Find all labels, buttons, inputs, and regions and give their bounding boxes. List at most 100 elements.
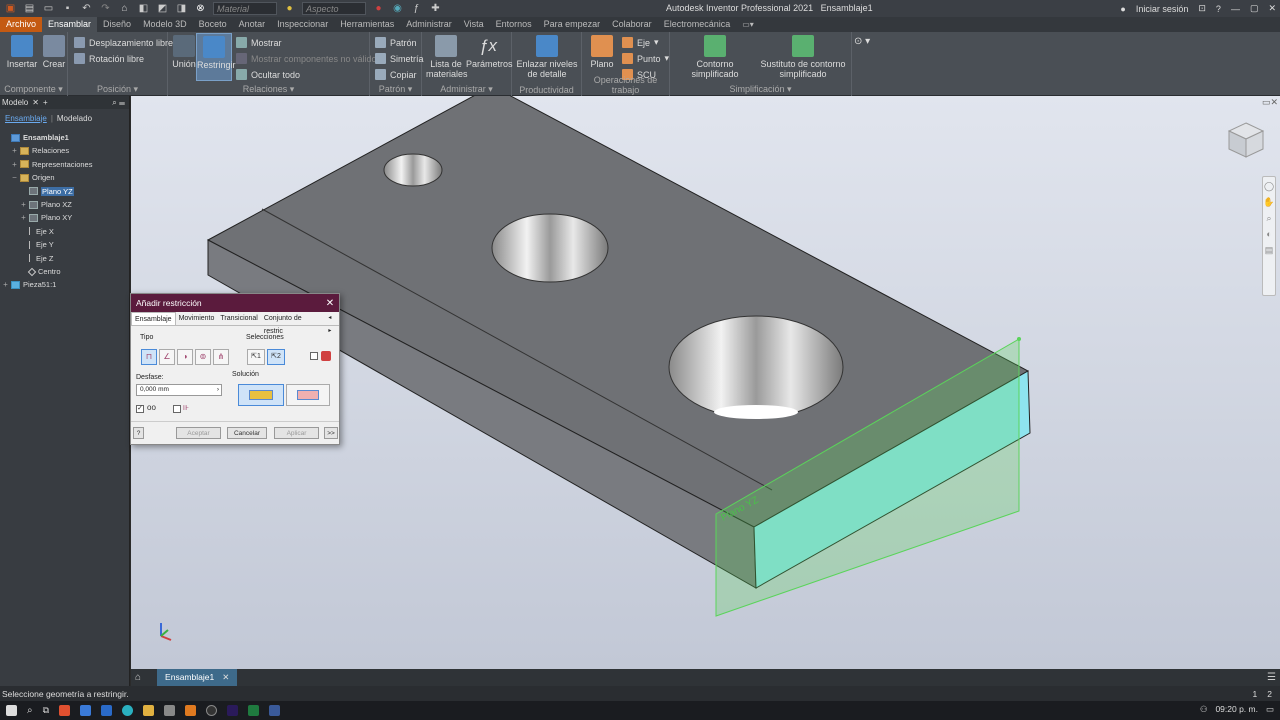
tab-anotar[interactable]: Anotar [233, 17, 272, 32]
view-modelado-link[interactable]: Modelado [57, 114, 92, 123]
ocultar-todo-button[interactable]: Ocultar todo [236, 69, 300, 80]
browser-title[interactable]: Modelo [2, 98, 28, 107]
tab-electromecanica[interactable]: Electromecánica [658, 17, 737, 32]
file-explorer-icon[interactable] [143, 705, 155, 716]
windows-start-icon[interactable] [6, 705, 17, 716]
simetria-button[interactable]: Simetría [375, 53, 424, 64]
hole-large[interactable] [668, 315, 844, 419]
open-folder-icon[interactable]: ▭ [42, 2, 55, 15]
task-view-icon[interactable]: ⧉ [43, 705, 49, 716]
brave-icon[interactable] [59, 705, 71, 716]
tab-boceto[interactable]: Boceto [193, 17, 233, 32]
angle-constraint-button[interactable]: ∠ [159, 349, 175, 365]
fx-icon[interactable]: ƒ [410, 2, 423, 15]
tab-ensamblar[interactable]: Ensamblar [42, 17, 98, 32]
desplazamiento-libre-button[interactable]: Desplazamiento libre [74, 37, 173, 48]
tab-movimiento[interactable]: Movimiento [176, 312, 218, 325]
plus-icon[interactable]: ✚ [429, 2, 442, 15]
solution-mate-button[interactable] [238, 384, 284, 406]
tray-icon[interactable]: ⚇ [1200, 704, 1208, 715]
document-tab-ensamblaje1[interactable]: Ensamblaje1 ✕ [157, 669, 238, 686]
tree-node[interactable]: Ensamblaje1 [0, 131, 69, 144]
preview-checkbox[interactable]: ✓ [136, 405, 144, 413]
look-at-icon[interactable]: ▤ [1264, 245, 1274, 255]
tab-colaborar[interactable]: Colaborar [606, 17, 658, 32]
materials-icon[interactable]: ◉ [391, 2, 404, 15]
punto-button[interactable]: Punto ▾ [622, 53, 669, 64]
tree-node[interactable]: + Relaciones [0, 144, 69, 157]
parametros-button[interactable]: ƒx Parámetros [466, 35, 513, 69]
mostrar-componentes-button[interactable]: Mostrar componentes no válidos [236, 53, 381, 64]
tree-expand-icon[interactable]: − [11, 173, 18, 182]
browser-add-icon[interactable]: + [43, 98, 48, 107]
notifications-icon[interactable]: ▭ [1266, 704, 1274, 715]
tab-para-empezar[interactable]: Para empezar [538, 17, 607, 32]
copiar-button[interactable]: Copiar [375, 69, 417, 80]
aspect-dropdown[interactable]: Aspecto [302, 2, 366, 15]
tab-modelo-3d[interactable]: Modelo 3D [137, 17, 193, 32]
browser-close-icon[interactable]: ✕ [32, 98, 39, 107]
orbit-icon[interactable]: ◐ [1264, 229, 1274, 239]
tree-node[interactable]: Eje Z [0, 252, 54, 265]
maximize-icon[interactable]: ▢ [1250, 3, 1259, 14]
signin-link[interactable]: Iniciar sesión [1136, 4, 1189, 14]
sustituto-contorno-button[interactable]: Sustituto de contorno simplificado [756, 35, 850, 79]
tree-node[interactable]: + Pieza51:1 [0, 278, 56, 291]
selection-1-button[interactable]: ⇱1 [247, 349, 265, 365]
hole-small[interactable] [383, 153, 443, 187]
obs-icon[interactable] [206, 705, 218, 716]
solution-flush-button[interactable] [286, 384, 330, 406]
color-icon[interactable]: ● [372, 2, 385, 15]
aceptar-button[interactable]: Aceptar [176, 427, 221, 439]
steering-wheel-icon[interactable]: ◯ [1264, 181, 1274, 191]
select-icon[interactable]: ◧ [137, 2, 150, 15]
tree-expand-icon[interactable]: + [20, 200, 27, 209]
app-icon-1[interactable] [164, 705, 176, 716]
mail-icon[interactable] [80, 705, 92, 716]
tree-node[interactable]: + Plano XY [0, 211, 72, 224]
tab-inspeccionar[interactable]: Inspeccionar [271, 17, 334, 32]
home-icon[interactable]: ⌂ [118, 2, 131, 15]
tab-transicional[interactable]: Transicional [217, 312, 260, 325]
edge-icon[interactable] [122, 705, 134, 716]
tree-node[interactable]: − Origen [0, 171, 54, 184]
predict-offset-checkbox[interactable] [173, 405, 181, 413]
undo-icon[interactable]: ↶ [80, 2, 93, 15]
mostrar-button[interactable]: Mostrar [236, 37, 282, 48]
new-file-icon[interactable]: ▤ [23, 2, 36, 15]
inventor-taskbar-icon[interactable] [185, 705, 197, 716]
no-entry-icon[interactable]: ⊗ [194, 2, 207, 15]
view-ensamblaje-link[interactable]: Ensamblaje [5, 114, 47, 123]
tabs-menu-icon[interactable]: ☰ [1267, 672, 1276, 683]
ribbon-extra-icon[interactable]: ⊙ ▾ [854, 36, 870, 47]
tree-node[interactable]: + Plano XZ [0, 198, 72, 211]
tab-diseno[interactable]: Diseño [97, 17, 137, 32]
minimize-icon[interactable]: — [1231, 4, 1240, 14]
tree-node[interactable]: + Representaciones [0, 158, 92, 171]
crear-button[interactable]: Crear [40, 35, 68, 69]
excel-icon[interactable] [248, 705, 260, 716]
dialog-close-icon[interactable]: ✕ [321, 298, 339, 309]
tree-node[interactable]: Eje X [0, 225, 54, 238]
premiere-icon[interactable] [227, 705, 239, 716]
tab-ensamblaje[interactable]: Ensamblaje [131, 312, 176, 325]
selection-2-button[interactable]: ⇱2 [267, 349, 285, 365]
cart-icon[interactable]: ⊡ [1198, 3, 1206, 14]
tree-expand-icon[interactable]: + [20, 213, 27, 222]
expand-button[interactable]: >> [324, 427, 338, 439]
material-dropdown[interactable]: Material [213, 2, 277, 15]
aplicar-button[interactable]: Aplicar [274, 427, 319, 439]
desfase-arrow-icon[interactable]: › [217, 385, 219, 395]
eje-button[interactable]: Eje ▾ [622, 37, 659, 48]
home-tab-icon[interactable]: ⌂ [135, 672, 141, 683]
insertar-button[interactable]: Insertar [6, 35, 38, 69]
pan-icon[interactable]: ✋ [1263, 197, 1274, 207]
app-icon-2[interactable] [269, 705, 281, 716]
tree-expand-icon[interactable]: + [11, 160, 18, 169]
document-tab-close-icon[interactable]: ✕ [222, 669, 229, 686]
enlazar-niveles-button[interactable]: Enlazar niveles de detalle [516, 35, 578, 79]
store-icon[interactable] [101, 705, 113, 716]
update-icon[interactable]: ◩ [156, 2, 169, 15]
tangent-constraint-button[interactable]: ◑ [177, 349, 193, 365]
tree-node[interactable]: Eje Y [0, 238, 54, 251]
